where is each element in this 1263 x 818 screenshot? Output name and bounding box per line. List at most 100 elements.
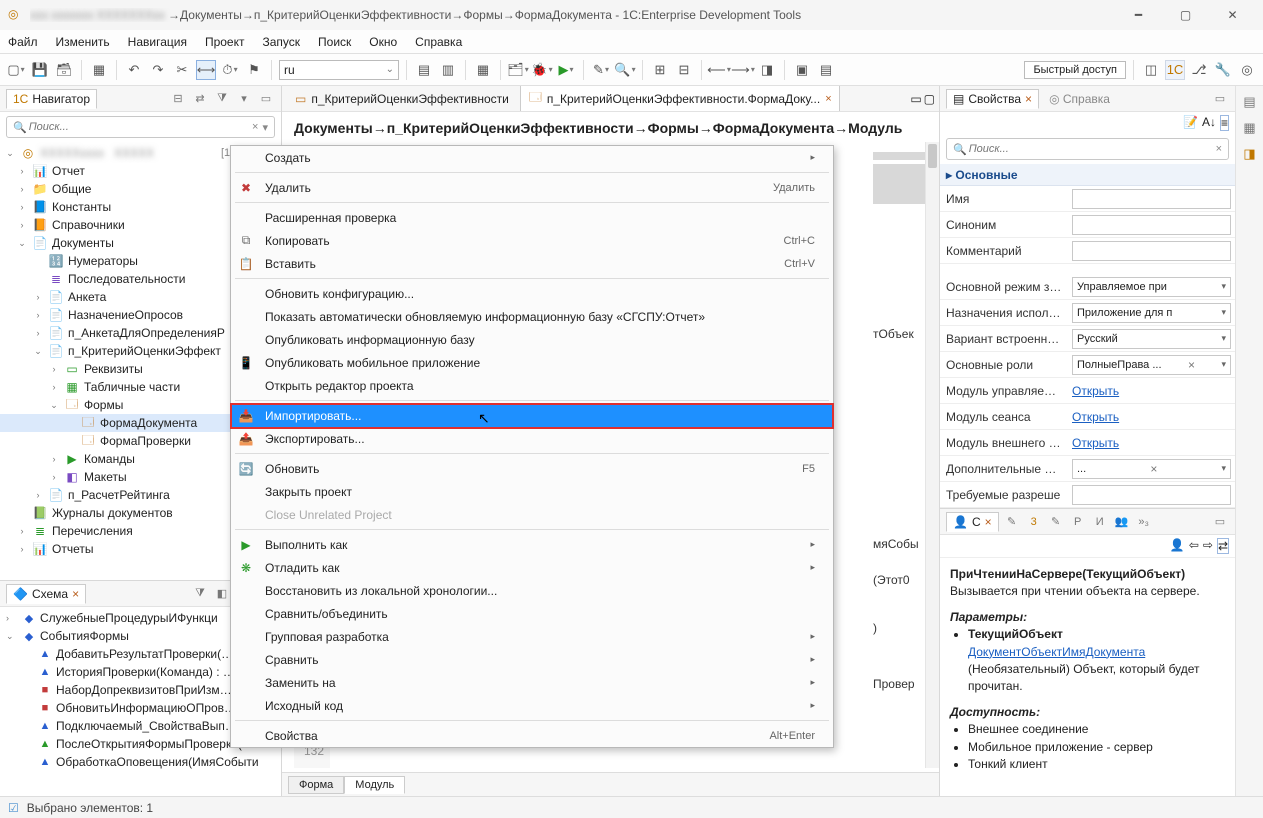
hp-1[interactable]: ✎ — [1003, 513, 1021, 531]
tb-fwd[interactable]: ⟶ — [733, 60, 753, 80]
new-button[interactable]: ▢ — [6, 60, 26, 80]
menu-edit[interactable]: Изменить — [54, 33, 112, 51]
save-button[interactable]: 💾 — [30, 60, 50, 80]
ctx-item[interactable]: Закрыть проект — [231, 480, 833, 503]
tb-9[interactable]: ▤ — [816, 60, 836, 80]
editor-tab-1[interactable]: ▭п_КритерийОценкиЭффективности — [286, 88, 518, 110]
quick-access[interactable]: Быстрый доступ — [1024, 61, 1126, 79]
tb-8[interactable]: ▣ — [792, 60, 812, 80]
editor-scrollbar[interactable] — [925, 142, 939, 768]
sch-b2[interactable]: ◧ — [213, 585, 231, 603]
hp-5[interactable]: И — [1091, 513, 1109, 531]
tb-search[interactable]: 🔍 — [615, 60, 635, 80]
ctx-item[interactable]: Сравнить▸ — [231, 648, 833, 671]
ctx-item[interactable]: 📱Опубликовать мобильное приложение — [231, 351, 833, 374]
persp-1[interactable]: ◫ — [1141, 60, 1161, 80]
ctx-item[interactable]: ▶Выполнить как▸ — [231, 533, 833, 556]
nav-menu-icon[interactable]: ▾ — [235, 90, 253, 108]
tb-3[interactable]: ▦ — [473, 60, 493, 80]
prop-row[interactable]: Вариант встроенног...Русский — [940, 326, 1235, 352]
menu-window[interactable]: Окно — [367, 33, 399, 51]
tb-run[interactable]: ▶ — [556, 60, 576, 80]
ctx-item[interactable]: Заменить на▸ — [231, 671, 833, 694]
prop-row[interactable]: Основной режим зап...Управляемое при — [940, 274, 1235, 300]
redo-icon[interactable]: ↷ — [148, 60, 168, 80]
editor-tab-2[interactable]: 🗔п_КритерийОценкиЭффективности.ФормаДоку… — [520, 86, 840, 112]
prop-row[interactable]: Имя — [940, 186, 1235, 212]
tb-2[interactable]: ▥ — [438, 60, 458, 80]
hp-3[interactable]: ✎ — [1047, 513, 1065, 531]
close-button[interactable]: ✕ — [1210, 1, 1255, 29]
hpnav-back[interactable]: ⇦ — [1189, 538, 1199, 554]
navigator-search[interactable]: 🔍 × ▾ — [6, 116, 275, 138]
hpnav-fwd[interactable]: ⇨ — [1203, 538, 1213, 554]
nav-min-icon[interactable]: ▭ — [257, 90, 275, 108]
ctx-item[interactable]: Исходный код▸ — [231, 694, 833, 717]
hpnav-link[interactable]: ⇄ — [1217, 538, 1229, 554]
hp-4[interactable]: P — [1069, 513, 1087, 531]
persp-more[interactable]: ◎ — [1237, 60, 1257, 80]
gutter-3[interactable]: ◨ — [1240, 144, 1260, 164]
ctx-item[interactable]: 📋ВставитьCtrl+V — [231, 252, 833, 275]
hp-6[interactable]: 👥 — [1113, 513, 1131, 531]
hpnav-person[interactable]: 👤 — [1170, 538, 1185, 554]
tb-bug[interactable]: 🐞 — [532, 60, 552, 80]
ed-max[interactable]: ▢ — [924, 92, 935, 106]
menu-help[interactable]: Справка — [413, 33, 464, 51]
navigator-search-input[interactable] — [29, 121, 250, 133]
ctx-item[interactable]: Сравнить/объединить — [231, 602, 833, 625]
schema-tab[interactable]: 🔷 Схема × — [6, 584, 86, 604]
ctx-item[interactable]: Опубликовать информационную базу — [231, 328, 833, 351]
properties-search[interactable]: 🔍 × — [946, 138, 1229, 160]
minimize-button[interactable]: ━ — [1116, 1, 1161, 29]
ctx-item[interactable]: Открыть редактор проекта — [231, 374, 833, 397]
close-icon[interactable]: × — [825, 93, 831, 105]
help-c-tab[interactable]: 👤 С × — [946, 512, 999, 532]
param-type-link[interactable]: ДокументОбъектИмяДокумента — [968, 645, 1145, 659]
menu-nav[interactable]: Навигация — [126, 33, 189, 51]
properties-table[interactable]: ▸ ОсновныеИмяСинонимКомментарийОсновной … — [940, 164, 1235, 508]
flag-icon[interactable]: ⚑ — [244, 60, 264, 80]
tb-wand[interactable]: ✎ — [591, 60, 611, 80]
ctx-item[interactable]: Групповая разработка▸ — [231, 625, 833, 648]
prop-b3[interactable]: ≡ — [1220, 115, 1229, 131]
ctx-item[interactable]: Расширенная проверка — [231, 206, 833, 229]
ctx-item[interactable]: Обновить конфигурацию... — [231, 282, 833, 305]
clear-icon[interactable]: × — [1214, 143, 1224, 155]
tb-1[interactable]: ▤ — [414, 60, 434, 80]
ctx-item[interactable]: ⧉КопироватьCtrl+C — [231, 229, 833, 252]
tb-4[interactable]: 🗂 — [508, 60, 528, 80]
persp-1c[interactable]: 1C — [1165, 60, 1185, 80]
toggle-icon[interactable]: ⟷ — [196, 60, 216, 80]
prop-b1[interactable]: 📝 — [1183, 115, 1198, 131]
prop-min[interactable]: ▭ — [1211, 90, 1229, 108]
ctx-item[interactable]: ✖УдалитьУдалить — [231, 176, 833, 199]
undo-icon[interactable]: ↶ — [124, 60, 144, 80]
grid-icon[interactable]: ▦ — [89, 60, 109, 80]
context-menu[interactable]: Создать▸ ✖УдалитьУдалить Расширенная прове… — [230, 145, 834, 748]
tb-back[interactable]: ⟵ — [709, 60, 729, 80]
prop-row[interactable]: Назначения использ...Приложение для п — [940, 300, 1235, 326]
nav-collapse-icon[interactable]: ⊟ — [169, 90, 187, 108]
tb-5[interactable]: ⊞ — [650, 60, 670, 80]
nav-filter-icon[interactable]: ⧩ — [213, 90, 231, 108]
ctx-item[interactable]: ❋Отладить как▸ — [231, 556, 833, 579]
prop-group[interactable]: ▸ Основные — [940, 164, 1235, 186]
save-all-button[interactable]: 🗃 — [54, 60, 74, 80]
maximize-button[interactable]: ▢ — [1163, 1, 1208, 29]
schema-item[interactable]: ▲ОбработкаОповещения(ИмяСобыти — [0, 753, 281, 771]
properties-search-input[interactable] — [969, 143, 1214, 155]
prop-row[interactable]: Модуль сеансаОткрыть — [940, 404, 1235, 430]
prop-b2[interactable]: A↓ — [1202, 115, 1216, 131]
persp-git[interactable]: ⎇ — [1189, 60, 1209, 80]
hp-7[interactable]: »₃ — [1135, 513, 1153, 531]
prop-row[interactable]: Комментарий — [940, 238, 1235, 264]
ctx-item[interactable]: Восстановить из локальной хронологии... — [231, 579, 833, 602]
help-tab[interactable]: ◎ Справка — [1043, 90, 1116, 108]
gutter-1[interactable]: ▤ — [1240, 92, 1260, 112]
navigator-tab[interactable]: 1CНавигатор — [6, 89, 97, 109]
language-select[interactable]: ru — [279, 60, 399, 80]
timer-icon[interactable]: ⏱ — [220, 60, 240, 80]
ctx-item[interactable]: Создать▸ — [231, 146, 833, 169]
cut-icon[interactable]: ✂ — [172, 60, 192, 80]
